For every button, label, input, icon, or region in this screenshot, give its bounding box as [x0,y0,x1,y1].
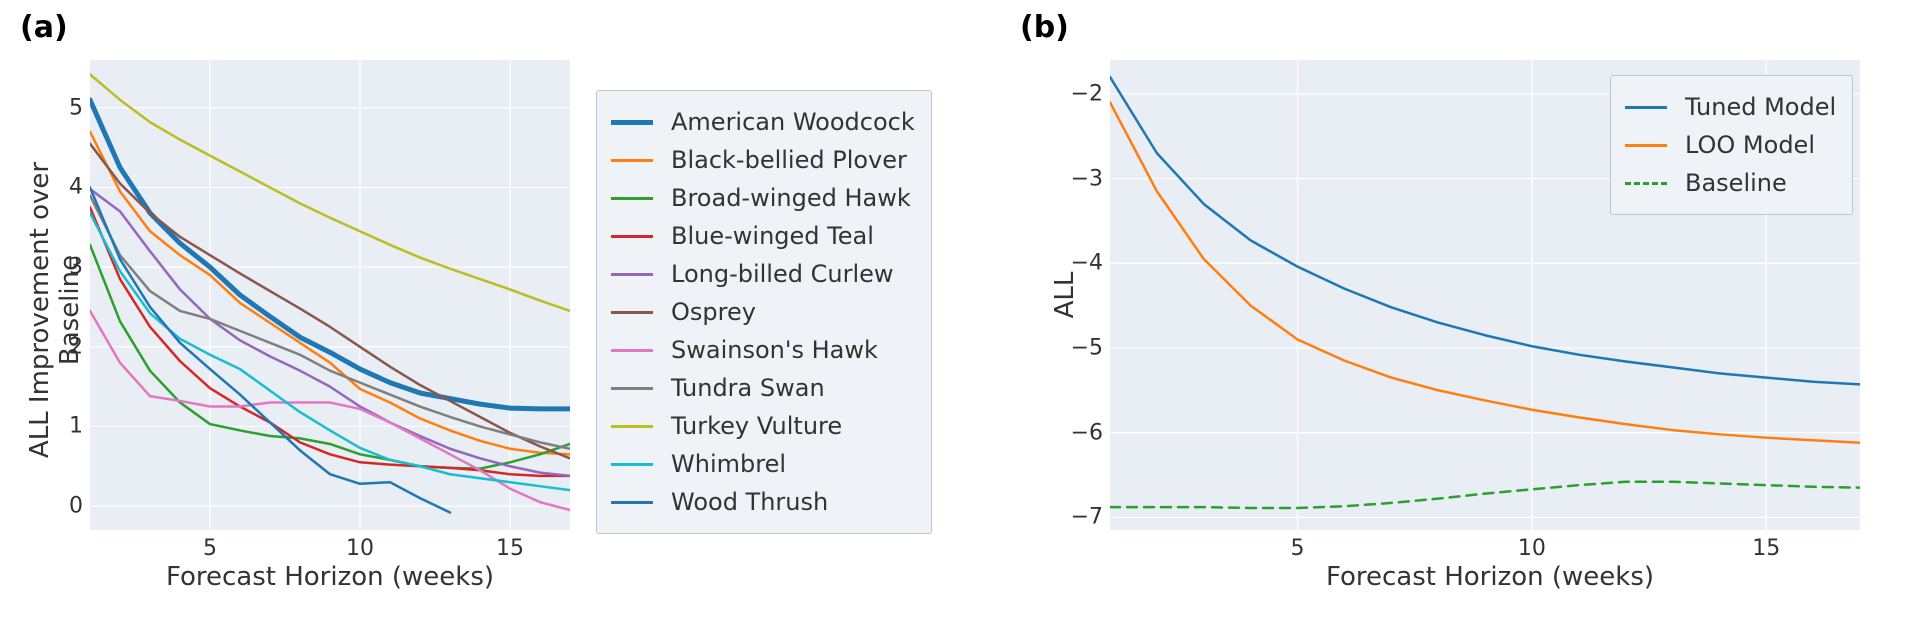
plot-b-legend: Tuned Model LOO Model Baseline [1610,75,1853,215]
legend-item: Whimbrel [611,445,915,483]
legend-swatch [611,197,653,200]
series-line [90,207,570,475]
x-tick-label: 10 [346,536,374,561]
legend-swatch [1625,144,1667,147]
legend-item: Osprey [611,293,915,331]
legend-label: Broad-winged Hawk [671,184,911,212]
legend-item: Tuned Model [1625,88,1836,126]
x-tick-label: 5 [203,536,217,561]
y-tick-label: −2 [1065,81,1103,106]
legend-label: Tuned Model [1685,93,1836,121]
legend-swatch [1625,106,1667,109]
legend-item: Broad-winged Hawk [611,179,915,217]
series-line [90,74,570,311]
legend-item: Blue-winged Teal [611,217,915,255]
panel-b-label: (b) [1020,10,1069,45]
legend-item: American Woodcock [611,103,915,141]
legend-label: American Woodcock [671,108,915,136]
legend-item: Turkey Vulture [611,407,915,445]
series-line [90,144,570,459]
plot-b-xlabel: Forecast Horizon (weeks) [1290,562,1690,592]
y-tick-label: −6 [1065,420,1103,445]
legend-swatch [611,501,653,504]
x-tick-label: 5 [1291,536,1305,561]
series-line [90,189,570,476]
y-tick-label: 4 [45,175,83,200]
x-tick-label: 10 [1518,536,1546,561]
legend-label: Whimbrel [671,450,786,478]
legend-swatch [611,159,653,162]
y-tick-label: 3 [45,255,83,280]
panel-a-label: (a) [20,10,68,45]
series-line [1110,482,1860,508]
legend-label: Baseline [1685,169,1787,197]
legend-label: Blue-winged Teal [671,222,874,250]
legend-item: LOO Model [1625,126,1836,164]
legend-label: Long-billed Curlew [671,260,894,288]
legend-label: Turkey Vulture [671,412,842,440]
y-tick-label: −4 [1065,251,1103,276]
y-tick-label: −7 [1065,505,1103,530]
legend-swatch [611,387,653,390]
legend-label: Wood Thrush [671,488,828,516]
legend-swatch [1625,182,1667,185]
legend-swatch [611,463,653,466]
series-line [90,245,570,469]
legend-item: Tundra Swan [611,369,915,407]
legend-swatch [611,311,653,314]
y-tick-label: −3 [1065,166,1103,191]
figure: (a) Forecast Horizon (weeks) ALL Improve… [0,0,1928,620]
x-tick-label: 15 [1752,536,1780,561]
legend-label: Osprey [671,298,756,326]
y-tick-label: 2 [45,334,83,359]
plot-a-legend: American Woodcock Black-bellied Plover Bro… [596,90,932,534]
legend-swatch [611,349,653,352]
series-line [90,187,450,512]
legend-item: Wood Thrush [611,483,915,521]
legend-label: Tundra Swan [671,374,825,402]
plot-svg [90,60,570,530]
legend-item: Long-billed Curlew [611,255,915,293]
y-tick-label: 0 [45,494,83,519]
legend-label: Swainson's Hawk [671,336,878,364]
legend-item: Black-bellied Plover [611,141,915,179]
plot-a-ylabel: ALL Improvement over Baseline [25,110,85,510]
legend-swatch [611,425,653,428]
legend-swatch [611,235,653,238]
y-tick-label: 5 [45,95,83,120]
plot-a-area [90,60,570,530]
legend-label: LOO Model [1685,131,1815,159]
legend-label: Black-bellied Plover [671,146,907,174]
plot-a-xlabel: Forecast Horizon (weeks) [150,562,510,592]
legend-swatch [611,120,653,125]
legend-item: Baseline [1625,164,1836,202]
y-tick-label: 1 [45,414,83,439]
y-tick-label: −5 [1065,335,1103,360]
legend-item: Swainson's Hawk [611,331,915,369]
x-tick-label: 15 [496,536,524,561]
legend-swatch [611,273,653,276]
